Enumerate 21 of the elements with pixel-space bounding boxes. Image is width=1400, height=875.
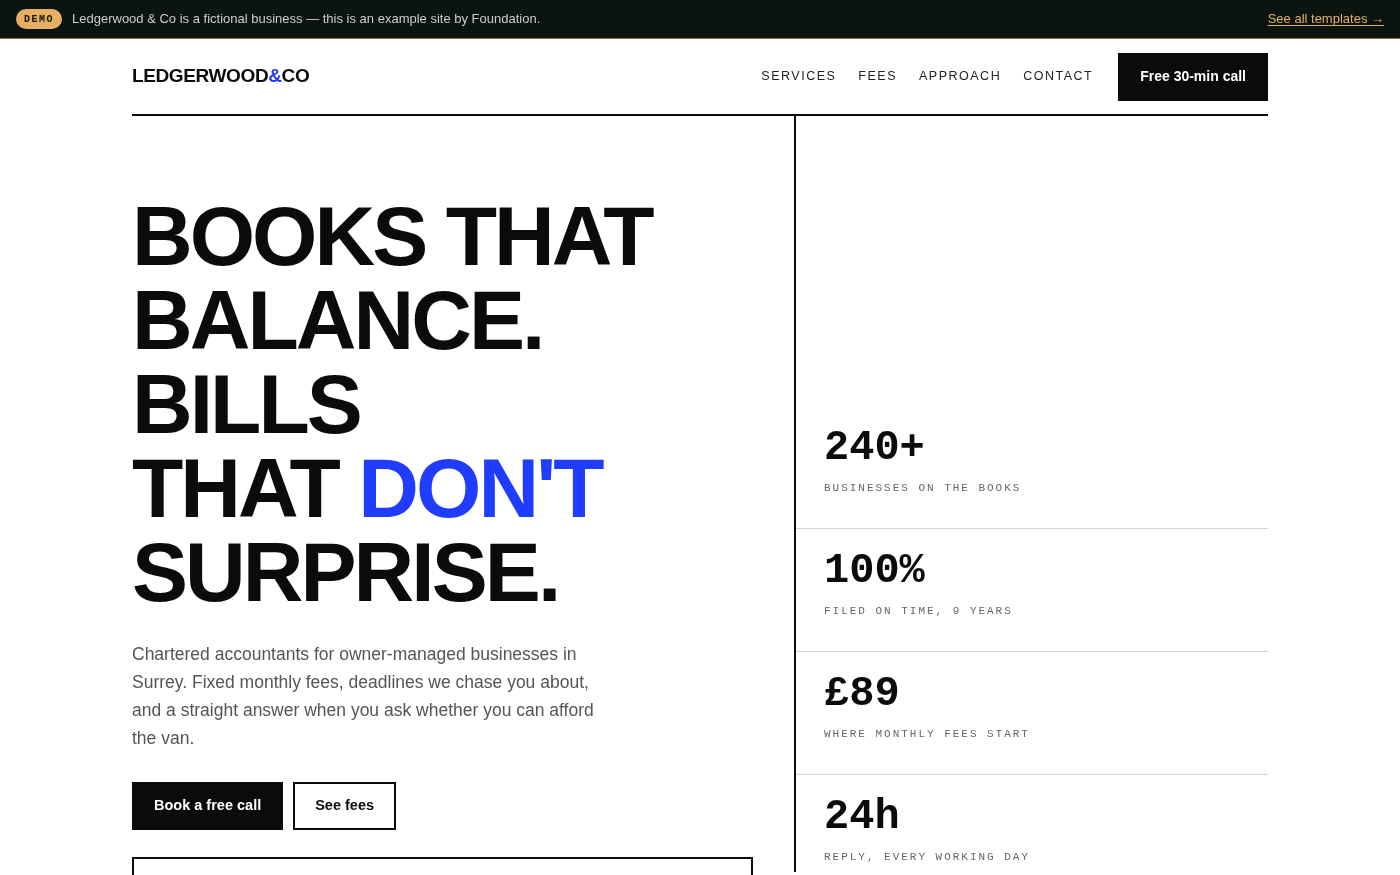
stat-value: £89 [824,670,900,718]
nav-link[interactable]: CONTACT [1023,67,1094,86]
demo-badge: DEMO [16,9,62,29]
stat-value: 100% [824,547,925,595]
book-button[interactable]: Book a free call [132,782,284,830]
logo[interactable]: LEDGERWOOD&CO [132,62,310,91]
nav-link[interactable]: SERVICES [761,67,837,86]
intro-text: Chartered accountants for owner-managed businesses in Surrey. Fixed monthly fees, deadlines we chase you about, and a straight answer when you ask whether you can afford the van. [132,643,595,750]
stat-label: WHERE MONTHLY FEES START [824,727,1030,742]
fees-button[interactable]: See fees [293,782,397,830]
templates-link[interactable]: See all templates → [1267,9,1384,29]
stat-value: 240+ [824,424,925,472]
banner-text: Ledgerwood & Co is a fictional business — this is an example site by Foundation. [72,10,541,29]
stat-label: BUSINESSES ON THE BOOKS [824,481,1022,496]
stat-value: 24h [824,793,900,841]
nav-link[interactable]: APPROACH [919,67,1002,86]
stat-label: FILED ON TIME, 9 YEARS [824,604,1013,619]
headline: BOOKS THAT BALANCE. BILLS THAT DON'T SURPRISE. [132,194,654,614]
nav-link[interactable]: FEES [858,67,897,86]
call-button[interactable]: Free 30-min call [1118,52,1268,101]
stat-label: REPLY, EVERY WORKING DAY [824,850,1030,865]
